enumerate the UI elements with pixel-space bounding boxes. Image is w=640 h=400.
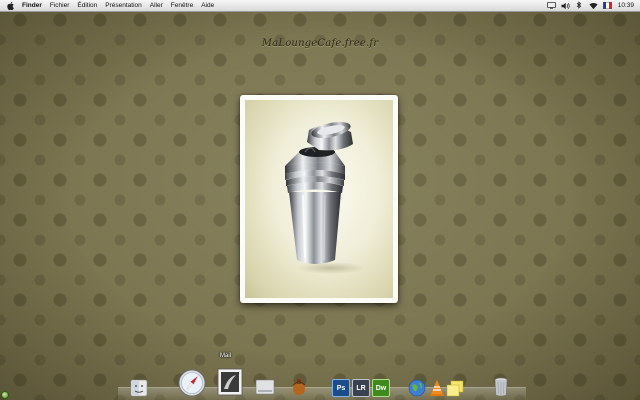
menu-fichier[interactable]: Fichier — [50, 0, 70, 11]
menu-edition[interactable]: Édition — [77, 0, 97, 11]
wifi-icon[interactable] — [589, 1, 598, 10]
safari-icon[interactable] — [178, 369, 206, 397]
lightroom-badge: LR — [352, 379, 370, 397]
dreamweaver-icon[interactable]: Dw — [370, 375, 392, 397]
apple-menu-icon[interactable] — [6, 0, 14, 11]
dock: Ps LR Dw — [118, 362, 526, 400]
flag-icon[interactable] — [602, 1, 612, 10]
dreamweaver-badge: Dw — [372, 379, 390, 397]
menu-finder[interactable]: Finder — [22, 0, 42, 11]
photoshop-icon[interactable]: Ps — [330, 375, 352, 397]
menu-clock[interactable]: 10:39 — [618, 0, 634, 11]
lightroom-icon[interactable]: LR — [350, 375, 372, 397]
menu-aide[interactable]: Aide — [201, 0, 214, 11]
volume-icon[interactable] — [561, 1, 570, 10]
trash-icon[interactable] — [490, 375, 512, 397]
cocktail-shaker-photo — [245, 100, 393, 298]
dock-hover-label: Mail — [220, 353, 232, 359]
display-icon[interactable] — [546, 1, 556, 10]
finder-icon[interactable] — [128, 375, 150, 397]
globe-app-icon[interactable] — [406, 375, 428, 397]
hard-drive-icon[interactable] — [254, 375, 276, 397]
site-title: MaLoungeCafe.free.fr — [261, 38, 379, 49]
menu-aller[interactable]: Aller — [150, 0, 163, 11]
menu-extras: 10:39 — [542, 0, 634, 11]
bluetooth-icon[interactable] — [575, 1, 584, 10]
menu-presentation[interactable]: Présentation — [105, 0, 142, 11]
photo-frame — [240, 95, 398, 303]
status-dot-icon — [1, 391, 9, 399]
stickies-icon[interactable] — [444, 375, 466, 397]
menu-bar: Finder Fichier Édition Présentation Alle… — [0, 0, 640, 12]
photoshop-badge: Ps — [332, 379, 350, 397]
menu-fenetre[interactable]: Fenêtre — [171, 0, 193, 11]
mail-icon[interactable] — [216, 367, 244, 397]
cider-icon[interactable] — [288, 375, 310, 397]
